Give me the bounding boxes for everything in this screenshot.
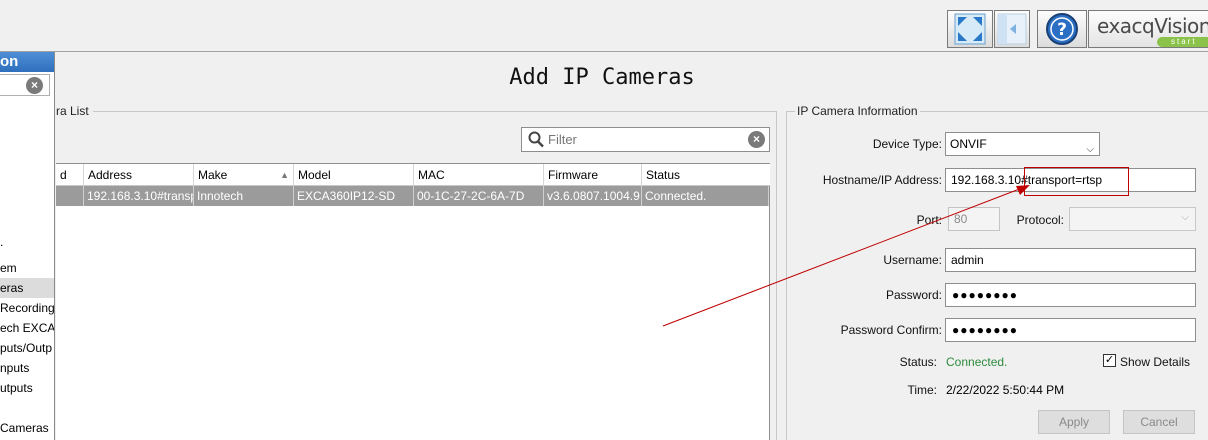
tree-item[interactable]: [0, 183, 54, 203]
tree-item[interactable]: [0, 398, 54, 418]
page-title: Add IP Cameras: [509, 65, 695, 90]
tree-item[interactable]: Recording: [0, 298, 54, 318]
password-label: Password:: [885, 288, 942, 302]
password-confirm-field[interactable]: ●●●●●●●●: [945, 318, 1196, 342]
tree-item[interactable]: [0, 163, 54, 183]
column-header-mac[interactable]: MAC: [414, 164, 544, 186]
port-input[interactable]: [949, 208, 999, 230]
help-button[interactable]: ?: [1037, 10, 1087, 48]
back-icon: [997, 13, 1027, 45]
annotation-highlight-box: [1024, 167, 1129, 196]
table-cell-mac[interactable]: 00-1C-27-2C-6A-7D: [414, 186, 544, 206]
apply-button[interactable]: Apply: [1038, 410, 1110, 434]
tree-item[interactable]: puts/Outp: [0, 338, 54, 358]
port-label: Port:: [916, 213, 942, 227]
protocol-select[interactable]: ⌵: [1069, 207, 1196, 231]
exacqvision-logo: exacqVision start: [1088, 10, 1208, 48]
table-cell[interactable]: [56, 186, 84, 206]
table-cell-firmware[interactable]: v3.6.0807.1004.9: [544, 186, 642, 206]
tree-item[interactable]: [0, 103, 54, 123]
navigation-tree: on × . em eras Recording ech EXCA puts/O…: [0, 52, 55, 440]
time-value: 2/22/2022 5:50:44 PM: [946, 383, 1065, 397]
column-header-address[interactable]: Address: [84, 164, 194, 186]
hostname-label: Hostname/IP Address:: [822, 173, 942, 187]
device-type-label: Device Type:: [872, 137, 942, 151]
tree-item[interactable]: nputs: [0, 358, 54, 378]
filter-input[interactable]: [548, 129, 738, 150]
tree-item[interactable]: em: [0, 258, 54, 278]
table-cell-address[interactable]: 192.168.3.10#transport=rtsp: [84, 186, 194, 206]
svg-text:?: ?: [1057, 20, 1067, 40]
tree-header: on: [0, 52, 54, 72]
table-cell-status[interactable]: Connected.: [642, 186, 769, 206]
filter-field[interactable]: ×: [521, 127, 770, 152]
column-header-status[interactable]: Status: [642, 164, 770, 186]
device-type-select[interactable]: ONVIF ⌵: [945, 132, 1100, 156]
camera-info-group: IP Camera Information Device Type: ONVIF…: [786, 104, 1208, 440]
username-field[interactable]: [945, 248, 1196, 272]
top-toolbar: ? exacqVision start: [0, 0, 1208, 52]
clear-filter-icon[interactable]: ×: [748, 131, 765, 148]
status-label: Status:: [899, 355, 937, 369]
password-confirm-label: Password Confirm:: [840, 323, 942, 337]
show-details-label[interactable]: Show Details: [1120, 355, 1190, 369]
time-label: Time:: [907, 383, 937, 397]
tree-item[interactable]: [0, 143, 54, 163]
chevron-down-icon: ⌵: [1181, 212, 1189, 223]
tree-item-add-ip-cameras[interactable]: eras: [0, 278, 54, 298]
username-label: Username:: [883, 253, 942, 267]
fullscreen-icon: [954, 13, 986, 45]
show-details-checkbox[interactable]: ✓: [1103, 354, 1116, 367]
cancel-button[interactable]: Cancel: [1123, 410, 1195, 434]
port-field[interactable]: [948, 207, 1000, 231]
column-header[interactable]: d: [56, 164, 84, 186]
tree-item[interactable]: [0, 123, 54, 143]
camera-list-group: ra List × d Address Make ▲ Model MAC Fir…: [56, 104, 777, 440]
sort-ascending-icon: ▲: [280, 170, 289, 180]
password-field[interactable]: ●●●●●●●●: [945, 283, 1196, 307]
column-header-firmware[interactable]: Firmware: [544, 164, 642, 186]
protocol-label: Protocol:: [1016, 213, 1064, 227]
camera-list-legend: ra List: [56, 104, 93, 118]
column-header-make[interactable]: Make ▲: [194, 164, 294, 186]
help-icon: ?: [1046, 13, 1078, 45]
tree-item[interactable]: utputs: [0, 378, 54, 398]
tree-search-input[interactable]: ×: [0, 74, 50, 96]
tree-item[interactable]: Cameras: [0, 418, 54, 438]
logo-text: exacqVision: [1097, 14, 1208, 38]
table-cell-make[interactable]: Innotech: [194, 186, 294, 206]
status-value: Connected.: [946, 355, 1008, 369]
tree-item[interactable]: ech EXCA: [0, 318, 54, 338]
device-type-value: ONVIF: [950, 137, 987, 151]
chevron-down-icon: ⌵: [1086, 144, 1094, 155]
back-button[interactable]: [994, 10, 1030, 48]
search-icon: [528, 131, 544, 148]
logo-sub: start: [1157, 37, 1208, 47]
table-cell-model[interactable]: EXCA360IP12-SD: [294, 186, 414, 206]
username-input[interactable]: [946, 249, 1195, 271]
clear-search-icon[interactable]: ×: [26, 77, 43, 94]
tree-item[interactable]: .: [0, 232, 54, 252]
main-panel: Add IP Cameras ra List × d Address Make …: [56, 53, 1208, 440]
camera-table: d Address Make ▲ Model MAC Firmware Stat…: [56, 163, 770, 440]
camera-info-legend: IP Camera Information: [795, 104, 920, 118]
fullscreen-button[interactable]: [947, 10, 993, 48]
column-header-model[interactable]: Model: [294, 164, 414, 186]
column-header-make-label: Make: [198, 168, 228, 182]
